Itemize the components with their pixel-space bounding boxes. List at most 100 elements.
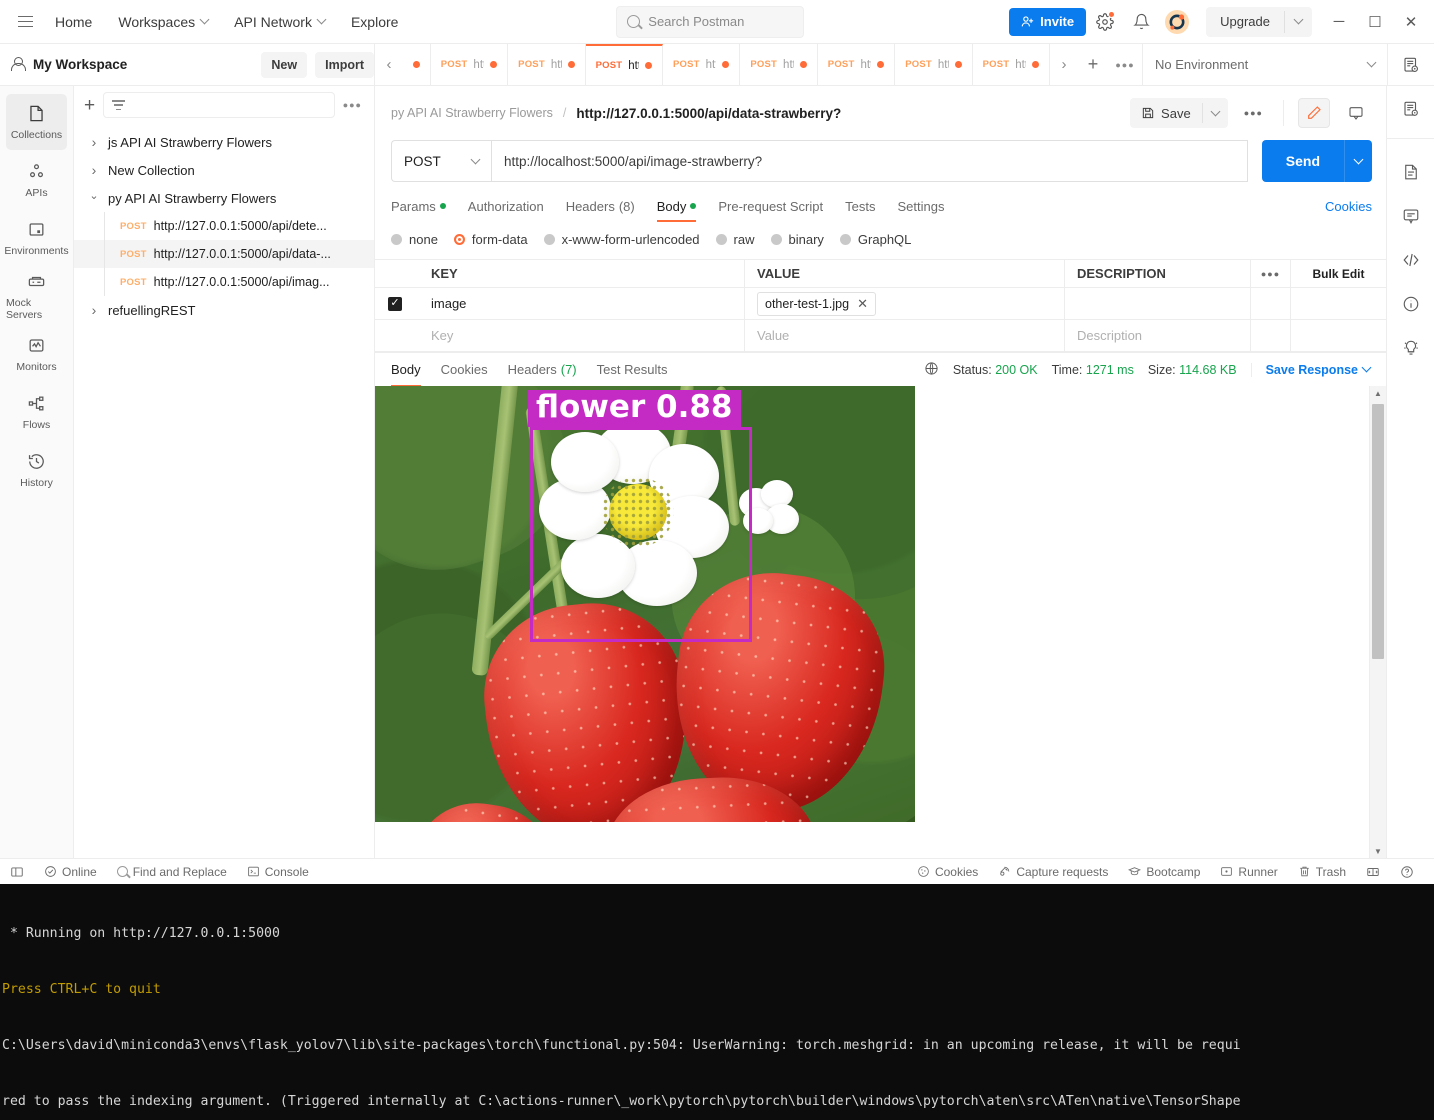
nav-item-explore[interactable]: Explore — [338, 5, 411, 39]
invite-button[interactable]: Invite — [1009, 7, 1087, 36]
console-button[interactable]: Console — [237, 865, 319, 879]
request-more-options-icon[interactable]: ●●● — [1238, 108, 1269, 118]
scrollbar-thumb[interactable] — [1372, 404, 1384, 659]
sidebar-more-options-icon[interactable]: ●●● — [343, 100, 362, 110]
comments-icon[interactable] — [1394, 199, 1428, 233]
tab-headers[interactable]: Headers (8) — [555, 190, 646, 222]
scroll-down-arrow-icon[interactable]: ▼ — [1370, 844, 1386, 858]
body-type-binary[interactable]: binary — [770, 232, 824, 247]
request-tab[interactable]: POST htt — [973, 44, 1050, 85]
sidebar-item-monitors[interactable]: Monitors — [6, 326, 67, 382]
capture-requests-button[interactable]: Capture requests — [988, 865, 1118, 879]
request-tab[interactable]: POST htt — [818, 44, 896, 85]
request-tab[interactable]: POST htt — [508, 44, 586, 85]
http-method-select[interactable]: POST — [391, 140, 491, 182]
help-button[interactable] — [1390, 865, 1424, 879]
comments-icon[interactable] — [1340, 98, 1372, 128]
upgrade-button[interactable]: Upgrade — [1206, 6, 1312, 37]
import-button[interactable]: Import — [315, 51, 374, 78]
request-row-data-strawberry[interactable]: POST http://127.0.0.1:5000/api/data-... — [74, 240, 374, 268]
environment-quick-look-icon[interactable] — [1394, 92, 1428, 126]
placeholder-key[interactable]: Key — [415, 320, 745, 351]
sidebar-item-environments[interactable]: Environments — [4, 210, 69, 266]
url-input[interactable]: http://localhost:5000/api/image-strawber… — [491, 140, 1248, 182]
tab-tests[interactable]: Tests — [834, 190, 886, 222]
workspace-name[interactable]: My Workspace — [33, 57, 253, 72]
response-tab-cookies[interactable]: Cookies — [431, 353, 498, 387]
save-options-chevron-icon[interactable] — [1203, 98, 1228, 128]
request-tab[interactable]: POST htt — [895, 44, 973, 85]
tab-pre-request-script[interactable]: Pre-request Script — [707, 190, 834, 222]
response-tab-headers[interactable]: Headers (7) — [498, 353, 587, 387]
send-options-chevron-icon[interactable] — [1344, 140, 1372, 182]
documentation-icon[interactable] — [1394, 155, 1428, 189]
settings-gear-icon[interactable] — [1088, 5, 1122, 39]
lightbulb-icon[interactable] — [1394, 331, 1428, 365]
body-type-x-www-form-urlencoded[interactable]: x-www-form-urlencoded — [543, 232, 700, 247]
request-tab[interactable] — [403, 44, 431, 85]
save-response-button[interactable]: Save Response — [1250, 362, 1372, 377]
send-button[interactable]: Send — [1261, 140, 1344, 182]
sidebar-item-history[interactable]: History — [6, 442, 67, 498]
response-tab-body[interactable]: Body — [391, 353, 431, 387]
request-row-image-strawberry[interactable]: POST http://127.0.0.1:5000/api/imag... — [74, 268, 374, 296]
request-tab-active[interactable]: POST htt — [585, 44, 663, 85]
cookies-link[interactable]: Cookies — [1325, 199, 1372, 214]
new-collection-button[interactable]: + — [84, 96, 95, 115]
tabs-scroll-left-button[interactable]: ‹ — [375, 44, 403, 85]
placeholder-description[interactable]: Description — [1065, 320, 1251, 351]
body-type-graphql[interactable]: GraphQL — [839, 232, 911, 247]
request-tab[interactable]: POST htt — [663, 44, 741, 85]
request-tab[interactable]: POST htt — [740, 44, 818, 85]
nav-item-api-network[interactable]: API Network — [221, 5, 338, 39]
table-more-options-icon[interactable]: ●●● — [1251, 260, 1291, 287]
sidebar-toggle-icon[interactable] — [10, 865, 34, 879]
request-row-detect[interactable]: POST http://127.0.0.1:5000/api/dete... — [74, 212, 374, 240]
response-tab-test-results[interactable]: Test Results — [587, 353, 678, 387]
sidebar-item-flows[interactable]: Flows — [6, 384, 67, 440]
new-button[interactable]: New — [261, 51, 308, 78]
nav-item-workspaces[interactable]: Workspaces — [105, 5, 221, 39]
new-tab-button[interactable]: + — [1078, 44, 1108, 85]
row-description[interactable] — [1065, 288, 1251, 319]
body-type-form-data[interactable]: form-data — [453, 232, 528, 247]
hamburger-menu-icon[interactable] — [8, 5, 42, 39]
row-checkbox[interactable] — [388, 296, 402, 311]
table-placeholder-row[interactable]: Key Value Description — [375, 320, 1386, 352]
filter-input[interactable] — [103, 92, 335, 118]
trash-button[interactable]: Trash — [1288, 865, 1356, 879]
layout-toggle-button[interactable] — [1356, 865, 1390, 879]
tab-body[interactable]: Body — [646, 190, 708, 222]
sidebar-item-apis[interactable]: APIs — [6, 152, 67, 208]
sidebar-item-collections[interactable]: Collections — [6, 94, 67, 150]
environment-selector[interactable]: No Environment — [1142, 44, 1387, 85]
scroll-up-arrow-icon[interactable]: ▲ — [1370, 386, 1386, 400]
save-button[interactable]: Save — [1130, 98, 1202, 128]
tab-settings[interactable]: Settings — [886, 190, 955, 222]
breadcrumb-collection[interactable]: py API AI Strawberry Flowers — [391, 106, 553, 120]
search-input[interactable]: Search Postman — [616, 5, 805, 38]
cookies-button[interactable]: Cookies — [917, 865, 988, 879]
sidebar-item-mock-servers[interactable]: Mock Servers — [6, 268, 67, 324]
tabs-more-options-icon[interactable]: ●●● — [1108, 44, 1142, 85]
response-image-viewer[interactable]: flower 0.88 — [375, 386, 1369, 858]
runner-button[interactable]: Runner — [1210, 865, 1287, 879]
chevron-right-icon[interactable] — [88, 162, 100, 178]
body-type-raw[interactable]: raw — [715, 232, 755, 247]
environment-quick-look-button[interactable] — [1387, 44, 1434, 85]
notifications-bell-icon[interactable] — [1124, 5, 1158, 39]
collection-row-refuellingrest[interactable]: refuellingREST — [74, 296, 374, 324]
terminal-console[interactable]: * Running on http://127.0.0.1:5000 Press… — [0, 884, 1434, 1120]
chevron-right-icon[interactable] — [88, 302, 100, 318]
file-chip[interactable]: other-test-1.jpg ✕ — [757, 291, 876, 316]
window-minimize-button[interactable]: ─ — [1322, 7, 1356, 37]
collection-row-js-api[interactable]: js API AI Strawberry Flowers — [74, 128, 374, 156]
nav-item-home[interactable]: Home — [42, 5, 105, 39]
remove-file-icon[interactable]: ✕ — [857, 296, 868, 312]
edit-pencil-icon[interactable] — [1298, 98, 1330, 128]
status-online[interactable]: Online — [34, 865, 107, 879]
chevron-down-icon[interactable] — [1285, 14, 1312, 25]
response-scrollbar[interactable]: ▲ ▼ — [1369, 386, 1386, 858]
user-avatar-icon[interactable] — [1160, 5, 1194, 39]
table-row[interactable]: image other-test-1.jpg ✕ — [375, 288, 1386, 320]
